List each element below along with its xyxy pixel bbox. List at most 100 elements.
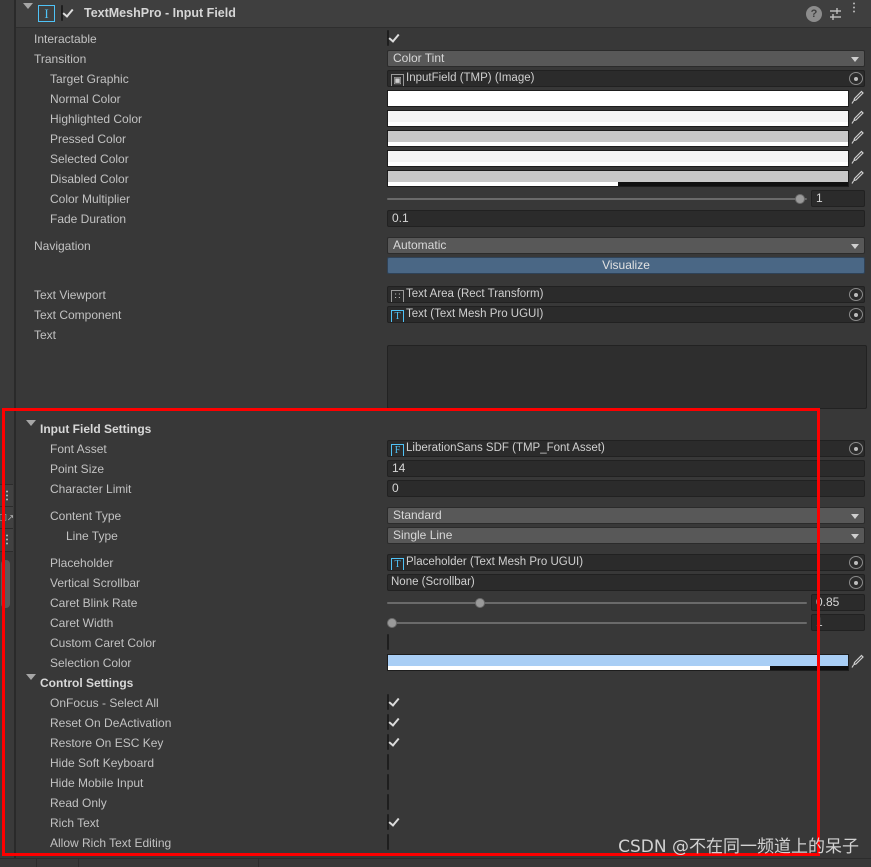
toolstrip-kebab-icon[interactable]: [0, 484, 13, 508]
caret-width-slider[interactable]: [387, 614, 807, 631]
rich-text-checkbox[interactable]: [387, 814, 389, 832]
row-line-type: Line Type Single Line: [16, 526, 871, 546]
row-onfocus-select-all: OnFocus - Select All: [16, 693, 871, 713]
section-title-control-settings: Control Settings: [40, 676, 134, 690]
row-text: Text: [16, 325, 871, 345]
visualize-button[interactable]: Visualize: [387, 257, 865, 274]
pressed-color-eyedropper-icon[interactable]: [851, 130, 865, 147]
row-vertical-scrollbar: Vertical Scrollbar None (Scrollbar): [16, 573, 871, 593]
read-only-checkbox[interactable]: [387, 794, 389, 812]
row-selected-color: Selected Color: [16, 149, 871, 169]
component-title: TextMeshPro - Input Field: [84, 6, 236, 20]
row-point-size: Point Size 14: [16, 459, 871, 479]
vertical-scrollbar-object-field[interactable]: None (Scrollbar): [387, 574, 865, 591]
row-color-multiplier: Color Multiplier 1: [16, 189, 871, 209]
reset-on-deactivation-checkbox[interactable]: [387, 714, 389, 732]
disabled-color-swatch[interactable]: [387, 170, 849, 187]
component-enabled-checkbox[interactable]: [61, 5, 63, 21]
highlighted-color-swatch[interactable]: [387, 110, 849, 127]
onfocus-select-all-checkbox[interactable]: [387, 694, 389, 712]
row-label-character-limit: Character Limit: [50, 482, 132, 496]
object-picker-icon[interactable]: [849, 442, 863, 455]
character-limit-input[interactable]: 0: [387, 480, 865, 497]
object-picker-icon[interactable]: [849, 72, 863, 85]
interactable-checkbox[interactable]: [387, 30, 389, 48]
row-label-hide-mobile-input: Hide Mobile Input: [50, 776, 144, 790]
navigation-dropdown-value: Automatic: [393, 238, 447, 252]
content-type-dropdown-value: Standard: [393, 508, 442, 522]
section-foldout-arrow[interactable]: [26, 420, 36, 440]
asset-badge-icon: F: [391, 444, 404, 456]
selection-color-swatch[interactable]: [387, 654, 849, 671]
object-picker-icon[interactable]: [849, 576, 863, 589]
row-disabled-color: Disabled Color: [16, 169, 871, 189]
component-foldout-arrow[interactable]: [23, 3, 33, 23]
more-menu-icon[interactable]: [847, 2, 863, 22]
section-foldout-arrow[interactable]: [26, 674, 36, 694]
row-label-vertical-scrollbar: Vertical Scrollbar: [50, 576, 141, 590]
highlighted-color-eyedropper-icon[interactable]: [851, 110, 865, 127]
asset-badge-icon: T: [391, 558, 404, 570]
component-header[interactable]: I TextMeshPro - Input Field ?: [16, 0, 871, 28]
vertical-scrollbar-thumb[interactable]: [1, 560, 10, 608]
normal-color-eyedropper-icon[interactable]: [851, 90, 865, 107]
gutter-track: [0, 0, 14, 866]
text-component-object-field[interactable]: T Text (Text Mesh Pro UGUI): [387, 306, 865, 323]
caret-blink-rate-slider[interactable]: [387, 594, 807, 611]
caret-blink-rate-value-input[interactable]: 0.85: [811, 594, 865, 611]
color-multiplier-slider-handle[interactable]: [795, 194, 805, 204]
section-title-input-field-settings: Input Field Settings: [40, 422, 152, 436]
caret-width-value: 1: [816, 615, 823, 629]
row-restore-on-esc-key: Restore On ESC Key: [16, 733, 871, 753]
row-label-text-viewport: Text Viewport: [34, 288, 106, 302]
text-textarea[interactable]: [387, 345, 867, 409]
selected-color-eyedropper-icon[interactable]: [851, 150, 865, 167]
color-multiplier-value-input[interactable]: 1: [811, 190, 865, 207]
custom-caret-color-checkbox[interactable]: [387, 634, 389, 652]
row-label-rich-text: Rich Text: [50, 816, 100, 830]
point-size-value: 14: [392, 461, 406, 475]
row-read-only: Read Only: [16, 793, 871, 813]
section-header-input-field-settings[interactable]: Input Field Settings: [16, 419, 871, 440]
normal-color-swatch[interactable]: [387, 90, 849, 107]
color-multiplier-slider[interactable]: [387, 190, 807, 207]
chevron-down-icon: [851, 57, 859, 62]
hide-soft-keyboard-checkbox[interactable]: [387, 754, 389, 772]
section-header-control-settings[interactable]: Control Settings: [16, 673, 871, 694]
toolstrip-popout-icon[interactable]: ☐↗: [0, 506, 14, 530]
placeholder-object-field[interactable]: T Placeholder (Text Mesh Pro UGUI): [387, 554, 865, 571]
row-label-selection-color: Selection Color: [50, 656, 132, 670]
help-icon[interactable]: ?: [806, 6, 822, 22]
selected-color-swatch[interactable]: [387, 150, 849, 167]
fade-duration-input[interactable]: 0.1: [387, 210, 865, 227]
disabled-color-eyedropper-icon[interactable]: [851, 170, 865, 187]
row-label-transition: Transition: [34, 52, 87, 66]
hide-mobile-input-checkbox[interactable]: [387, 774, 389, 792]
preset-icon[interactable]: [828, 6, 844, 22]
pressed-color-swatch[interactable]: [387, 130, 849, 147]
row-label-normal-color: Normal Color: [50, 92, 121, 106]
row-label-fade-duration: Fade Duration: [50, 212, 127, 226]
toolstrip-kebab-icon-2[interactable]: [0, 528, 13, 552]
caret-blink-rate-slider-handle[interactable]: [475, 598, 485, 608]
navigation-dropdown[interactable]: Automatic: [387, 237, 865, 254]
point-size-input[interactable]: 14: [387, 460, 865, 477]
color-multiplier-value: 1: [816, 191, 823, 205]
object-picker-icon[interactable]: [849, 308, 863, 321]
row-character-limit: Character Limit 0: [16, 479, 871, 499]
text-viewport-object-field[interactable]: ∷ Text Area (Rect Transform): [387, 286, 865, 303]
allow-rich-text-editing-checkbox[interactable]: [387, 834, 389, 852]
object-picker-icon[interactable]: [849, 556, 863, 569]
caret-width-slider-handle[interactable]: [387, 618, 397, 628]
selection-color-eyedropper-icon[interactable]: [851, 654, 865, 671]
row-interactable: Interactable: [16, 29, 871, 49]
transition-dropdown[interactable]: Color Tint: [387, 50, 865, 67]
font-asset-object-field[interactable]: F LiberationSans SDF (TMP_Font Asset): [387, 440, 865, 457]
line-type-dropdown[interactable]: Single Line: [387, 527, 865, 544]
restore-on-esc-key-checkbox[interactable]: [387, 734, 389, 752]
row-label-highlighted-color: Highlighted Color: [50, 112, 143, 126]
target-graphic-object-field[interactable]: ▣ InputField (TMP) (Image): [387, 70, 865, 87]
content-type-dropdown[interactable]: Standard: [387, 507, 865, 524]
object-picker-icon[interactable]: [849, 288, 863, 301]
caret-width-value-input[interactable]: 1: [811, 614, 865, 631]
